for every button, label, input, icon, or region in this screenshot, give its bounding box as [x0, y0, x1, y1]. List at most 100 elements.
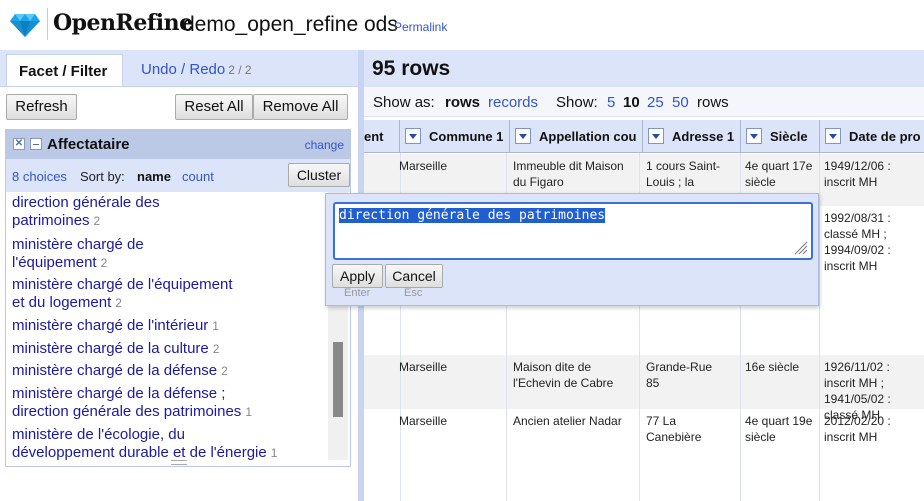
choice-count: 2 [212, 342, 220, 356]
column-header[interactable]: Appellation cou [510, 120, 643, 153]
facet-resize-handle[interactable] [171, 460, 187, 465]
choice-label: et du logement [12, 294, 112, 311]
choice-label: l'équipement [12, 254, 97, 271]
close-icon[interactable]: ✕ [13, 138, 25, 150]
app-name[interactable]: OpenRefine [53, 10, 193, 36]
view-options-bar: Show as: rows records Show: 5 10 25 50 r… [364, 87, 924, 117]
sort-by-name[interactable]: name [137, 169, 171, 184]
column-label: Commune 1 [429, 129, 504, 144]
page-size-25[interactable]: 25 [647, 94, 664, 111]
show-as-label: Show as: [373, 94, 435, 111]
table-cell[interactable]: 1 cours Saint-Louis ; la Canebière [646, 158, 738, 190]
table-cell[interactable]: 4e quart 17e siècle [745, 158, 815, 190]
column-header[interactable]: Date de pro [820, 120, 924, 153]
table-cell[interactable]: 16e siècle [745, 359, 815, 375]
table-cell[interactable]: 4e quart 19e siècle [745, 413, 815, 445]
app-header: OpenRefine demo_open_refine ods Permalin… [0, 0, 924, 50]
facet-choice[interactable]: ministère chargé de la défense ; directi… [12, 385, 312, 421]
column-header[interactable]: ent [364, 120, 400, 153]
choice-label: ministère chargé de la défense ; [12, 385, 226, 402]
choice-label: ministère de l'écologie, du [12, 426, 185, 443]
choice-label: direction générale des [12, 194, 160, 211]
facet-choice[interactable]: direction générale des patrimoines 2 [12, 194, 312, 230]
choice-count: 2 [93, 214, 101, 228]
column-dropdown-icon[interactable] [515, 128, 531, 144]
page-size-5[interactable]: 5 [607, 94, 615, 111]
facet-choice[interactable]: ministère de l'écologie, du développemen… [12, 426, 312, 460]
choice-count: 2 [221, 364, 228, 378]
facet-choice[interactable]: ministère chargé de l'équipement et du l… [12, 276, 312, 312]
permalink-link[interactable]: Permalink [394, 20, 447, 34]
cancel-button[interactable]: Cancel [385, 264, 443, 288]
column-dropdown-icon[interactable] [746, 128, 762, 144]
table-cell[interactable]: Maison dite de l'Echevin de Cabre [513, 359, 637, 391]
column-dropdown-icon[interactable] [648, 128, 664, 144]
choice-label: ministère chargé de la culture [12, 340, 209, 357]
table-cell[interactable]: Grande-Rue 85 [646, 359, 716, 391]
reset-all-button[interactable]: Reset All [175, 94, 253, 120]
facet-change-link[interactable]: change [305, 138, 344, 152]
facet-controls: 8 choices Sort by: name count Cluster [6, 159, 350, 192]
cell-edit-popup: direction générale des patrimoines Apply… [325, 193, 819, 306]
table-cell[interactable]: 1992/08/31 : classé MH ; 1994/09/02 : in… [824, 210, 924, 274]
choice-label: ministère chargé de la défense [12, 362, 218, 379]
tab-facet-filter[interactable]: Facet / Filter [6, 54, 123, 87]
show-as-records[interactable]: records [488, 94, 538, 111]
page-size-10[interactable]: 10 [623, 94, 640, 111]
project-name[interactable]: demo_open_refine ods [183, 13, 398, 37]
choices-count-link[interactable]: 8 choices [12, 169, 67, 184]
facet-choice[interactable]: ministère chargé de l'intérieur 1 [12, 317, 312, 335]
show-label: Show: [556, 94, 598, 111]
table-cell[interactable]: 1949/12/06 : inscrit MH [824, 158, 924, 190]
table-cell[interactable]: Ancien atelier Nadar [513, 413, 637, 429]
choice-count: 2 [115, 296, 122, 310]
column-dropdown-icon[interactable] [405, 128, 421, 144]
facet-choice[interactable]: ministère chargé de la culture 2 [12, 340, 312, 358]
choice-label: patrimoines [12, 212, 90, 229]
choice-count: 1 [245, 405, 252, 419]
sort-by-count[interactable]: count [182, 169, 214, 184]
column-header[interactable]: Adresse 1 [643, 120, 741, 153]
column-label: Siècle [770, 129, 808, 144]
show-as-rows[interactable]: rows [445, 94, 480, 111]
table-cell[interactable]: Immeuble dit Maison du Figaro [513, 158, 637, 190]
facet-scroll-thumb[interactable] [333, 342, 343, 417]
choice-label: direction générale des patrimoines [12, 403, 242, 420]
table-cell[interactable]: 77 La Canebière [646, 413, 716, 445]
cluster-button[interactable]: Cluster [288, 163, 350, 187]
resize-grip-icon[interactable] [792, 239, 808, 255]
left-panel: Facet / Filter Undo / Redo 2 / 2 Refresh … [0, 50, 358, 501]
column-label: Adresse 1 [672, 129, 735, 144]
facet-title: Affectataire [47, 136, 130, 153]
apply-shortcut-hint: Enter [344, 287, 371, 299]
column-dropdown-icon[interactable] [825, 128, 841, 144]
refresh-button[interactable]: Refresh [6, 94, 77, 120]
rows-count: 95 rows [372, 57, 451, 80]
undo-count: 2 / 2 [228, 63, 252, 77]
facet-choice[interactable]: ministère chargé de la défense 2 [12, 362, 312, 380]
page-size-50[interactable]: 50 [672, 94, 689, 111]
table-cell[interactable]: 2012/02/20 : inscrit MH [824, 413, 924, 445]
table-cell[interactable]: Marseille [399, 413, 499, 429]
table-cell[interactable]: Marseille [399, 158, 499, 174]
choice-count: 1 [270, 446, 278, 460]
rows-label: rows [697, 94, 729, 111]
minimize-icon[interactable] [30, 138, 42, 150]
table-cell[interactable]: Marseille [399, 359, 499, 375]
tab-undo-redo[interactable]: Undo / Redo 2 / 2 [141, 61, 252, 78]
choice-label: développement durable et de l'énergie [12, 444, 267, 460]
remove-all-button[interactable]: Remove All [253, 94, 348, 120]
facet-tab-body: Refresh Reset All Remove All ✕ Affectata… [0, 86, 358, 501]
diamond-logo-icon[interactable] [10, 12, 40, 38]
column-header[interactable]: Commune 1 [400, 120, 510, 153]
cell-edit-textarea[interactable]: direction générale des patrimoines [333, 202, 813, 260]
facet-title-bar: ✕ Affectataire change [6, 130, 350, 159]
apply-button[interactable]: Apply [332, 264, 383, 288]
facet-choice[interactable]: ministère chargé de l'équipement 2 [12, 236, 312, 272]
sort-by-label: Sort by: [80, 169, 125, 184]
column-header-row: ent Commune 1 Appellation cou Adresse 1 … [364, 120, 924, 153]
column-header[interactable]: Siècle [741, 120, 820, 153]
choice-label: ministère chargé de l'équipement [12, 276, 233, 293]
column-label: Appellation cou [539, 129, 637, 144]
tab-undo-redo-label: Undo / Redo [141, 61, 226, 78]
